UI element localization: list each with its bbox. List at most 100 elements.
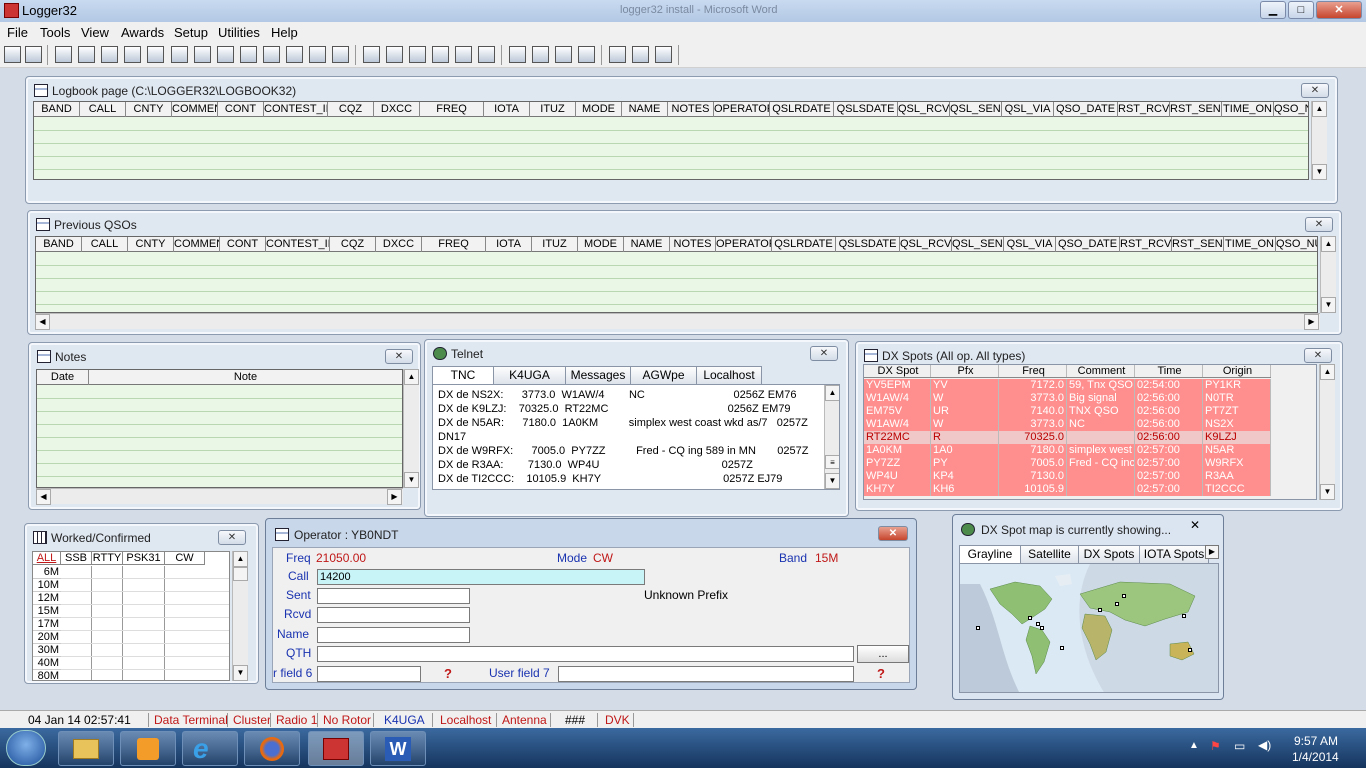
worked-vscroll[interactable]: ▲ ▼ (232, 551, 248, 681)
grid-icon[interactable] (217, 46, 234, 63)
column-header[interactable]: COMMENT (172, 102, 218, 117)
map-spot-marker[interactable] (1188, 648, 1192, 652)
menu-awards[interactable]: Awards (121, 25, 164, 40)
dx-spot-row[interactable]: EM75V UR 7140.0 TNX QSO 02:56:00 PT7ZT (864, 405, 1271, 418)
worked-col-ssb[interactable]: SSB (61, 552, 92, 565)
status-data-terminal[interactable]: Data Terminal (154, 713, 228, 727)
logbook-vscroll[interactable]: ▲ ▼ (1311, 101, 1327, 180)
tool-icon[interactable] (578, 46, 595, 63)
sent-input[interactable] (317, 588, 470, 604)
map-spot-marker[interactable] (1122, 594, 1126, 598)
column-header[interactable]: BAND (36, 237, 82, 252)
dx-spot-row[interactable]: W1AW/4 W 3773.0 NC 02:56:00 NS2X (864, 418, 1271, 431)
firefox-taskbar-button[interactable] (244, 731, 300, 766)
action-center-icon[interactable]: ⚑ (1210, 739, 1221, 753)
map-spot-marker[interactable] (1060, 646, 1064, 650)
clock-time[interactable]: 9:57 AM (1294, 734, 1338, 748)
tool-icon[interactable] (478, 46, 495, 63)
telnet-close-button[interactable]: ✕ (810, 346, 838, 361)
column-header[interactable]: BAND (34, 102, 80, 117)
column-header[interactable]: DXCC (376, 237, 422, 252)
map-spot-marker[interactable] (1115, 602, 1119, 606)
column-header[interactable]: QSO_DATE (1056, 237, 1120, 252)
rcvd-input[interactable] (317, 607, 470, 623)
column-header[interactable]: DXCC (374, 102, 420, 117)
notes-hscroll[interactable]: ◀ ▶ (36, 488, 403, 505)
help-icon[interactable]: ? (877, 666, 885, 681)
column-header[interactable]: NAME (622, 102, 668, 117)
column-header[interactable]: QSLSDATE (836, 237, 900, 252)
tool-icon[interactable] (171, 46, 188, 63)
logbook-close-button[interactable]: ✕ (1301, 83, 1329, 98)
column-header[interactable]: QSO_NUMBER (1274, 102, 1308, 117)
column-header[interactable]: COMMENT (174, 237, 220, 252)
column-header[interactable]: OPERATOR (714, 102, 770, 117)
tab-iota-spots[interactable]: IOTA Spots (1139, 545, 1209, 563)
dx-spot-row[interactable]: KH7Y KH6 10105.9 02:57:00 TI2CCC (864, 483, 1271, 496)
tool-icon[interactable] (55, 46, 72, 63)
user-field-7-input[interactable] (558, 666, 854, 682)
dx-spot-row[interactable]: WP4U KP4 7130.0 02:57:00 R3AA (864, 470, 1271, 483)
column-header[interactable]: ITUZ (530, 102, 576, 117)
dx-spots-vscroll[interactable]: ▲ ▼ (1319, 364, 1335, 500)
column-header[interactable]: CALL (80, 102, 126, 117)
column-header[interactable]: TIME_ON (1222, 102, 1274, 117)
column-header[interactable]: QSL_VIA (1004, 237, 1056, 252)
menu-file[interactable]: File (7, 25, 28, 40)
column-header[interactable]: QSL_RCVD (898, 102, 950, 117)
volume-icon[interactable]: ◀) (1258, 738, 1271, 752)
menu-setup[interactable]: Setup (174, 25, 208, 40)
menu-tools[interactable]: Tools (40, 25, 70, 40)
column-header[interactable]: NOTES (670, 237, 716, 252)
scroll-up-icon[interactable]: ▲ (825, 385, 839, 401)
worked-grid[interactable]: ALL SSB RTTY PSK31 CW 6M 10M 12M 15M 17M 20M 3… (32, 551, 230, 681)
tab-scroll-right-icon[interactable]: ▶ (1205, 545, 1219, 559)
column-header[interactable]: CALL (82, 237, 128, 252)
column-header[interactable]: QSL_VIA (1002, 102, 1054, 117)
scroll-down-icon[interactable]: ▼ (233, 665, 248, 681)
tool-icon[interactable] (124, 46, 141, 63)
map-spot-marker[interactable] (1028, 616, 1032, 620)
column-header[interactable]: RST_RCVD (1120, 237, 1172, 252)
dx-spots-close-button[interactable]: ✕ (1304, 348, 1332, 363)
scroll-up-icon[interactable]: ▲ (1321, 236, 1336, 252)
arrow-icon[interactable] (655, 46, 672, 63)
status-rotor[interactable]: No Rotor (323, 713, 371, 727)
text-icon[interactable] (332, 46, 349, 63)
explorer-taskbar-button[interactable] (58, 731, 114, 766)
dx-spot-row[interactable]: W1AW/4 W 3773.0 Big signal 02:56:00 N0TR (864, 392, 1271, 405)
column-header[interactable]: MODE (576, 102, 622, 117)
column-header[interactable]: IOTA (486, 237, 532, 252)
tool-icon[interactable] (409, 46, 426, 63)
column-header[interactable]: CNTY (128, 237, 174, 252)
telnet-vscroll[interactable]: ▲ ≡ ▼ (824, 385, 839, 489)
start-button[interactable] (6, 730, 46, 766)
tool-icon[interactable] (363, 46, 380, 63)
column-header[interactable]: NAME (624, 237, 670, 252)
dx-spot-row[interactable]: 1A0KM 1A0 7180.0 simplex west 02:57:00 N5AR (864, 444, 1271, 457)
tool-icon[interactable] (455, 46, 472, 63)
scroll-up-icon[interactable]: ▲ (1320, 364, 1335, 380)
tool-icon[interactable] (555, 46, 572, 63)
tab-k4uga[interactable]: K4UGA (493, 366, 566, 384)
clock-date[interactable]: 1/4/2014 (1292, 750, 1339, 764)
notes-close-button[interactable]: ✕ (385, 349, 413, 364)
scroll-left-icon[interactable]: ◀ (35, 314, 50, 330)
map-spot-marker[interactable] (976, 626, 980, 630)
tab-tnc[interactable]: TNC (432, 366, 494, 384)
column-header[interactable]: CQZ (330, 237, 376, 252)
column-header[interactable]: QSL_SENT (952, 237, 1004, 252)
map-spot-marker[interactable] (1040, 626, 1044, 630)
world-map[interactable] (959, 563, 1219, 693)
tool-icon[interactable] (386, 46, 403, 63)
status-cluster[interactable]: Cluster (233, 713, 271, 727)
tab-messages[interactable]: Messages (565, 366, 631, 384)
column-header[interactable]: QSLRDATE (772, 237, 836, 252)
column-header[interactable]: RST_SENT (1172, 237, 1224, 252)
notes-vscroll[interactable]: ▲ ▼ (403, 369, 419, 488)
previous-qsos-icon[interactable] (25, 46, 42, 63)
column-header[interactable]: QSO_DATE (1054, 102, 1118, 117)
column-header[interactable]: OPERATOR (716, 237, 772, 252)
tool-icon[interactable] (147, 46, 164, 63)
logbook-icon[interactable] (4, 46, 21, 63)
